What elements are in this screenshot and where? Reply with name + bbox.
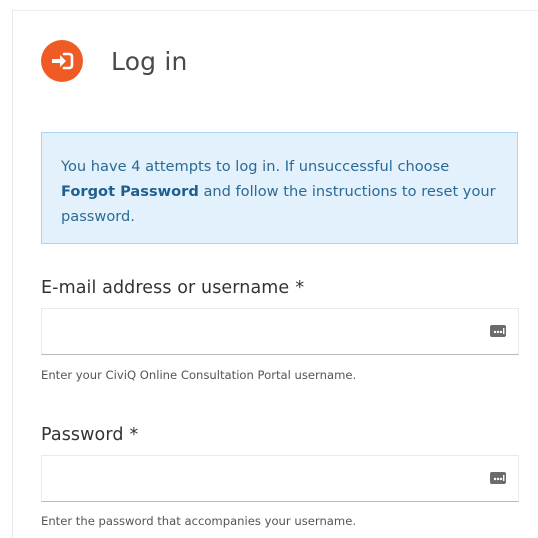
password-help-text: Enter the password that accompanies your… bbox=[41, 514, 357, 528]
username-field-wrapper bbox=[41, 308, 519, 355]
username-label: E-mail address or username * bbox=[41, 278, 304, 298]
password-field-wrapper bbox=[41, 455, 519, 502]
login-arrow-icon bbox=[41, 40, 83, 82]
password-input[interactable] bbox=[42, 456, 518, 501]
username-help-text: Enter your CiviQ Online Consultation Por… bbox=[41, 368, 357, 382]
forgot-password-link[interactable]: Forgot Password bbox=[61, 183, 199, 200]
password-manager-icon[interactable] bbox=[490, 471, 506, 485]
password-label-text: Password bbox=[41, 425, 124, 445]
required-marker: * bbox=[129, 425, 139, 445]
login-page: Log in You have 4 attempts to log in. If… bbox=[0, 0, 538, 538]
username-label-text: E-mail address or username bbox=[41, 278, 290, 298]
password-manager-icon[interactable] bbox=[490, 324, 506, 338]
login-header: Log in bbox=[41, 40, 188, 82]
username-input[interactable] bbox=[42, 309, 518, 354]
notice-text-before: You have 4 attempts to log in. If unsucc… bbox=[61, 158, 450, 175]
required-marker: * bbox=[295, 278, 305, 298]
login-attempts-notice: You have 4 attempts to log in. If unsucc… bbox=[41, 132, 518, 244]
page-title: Log in bbox=[111, 46, 188, 76]
password-label: Password * bbox=[41, 425, 138, 445]
